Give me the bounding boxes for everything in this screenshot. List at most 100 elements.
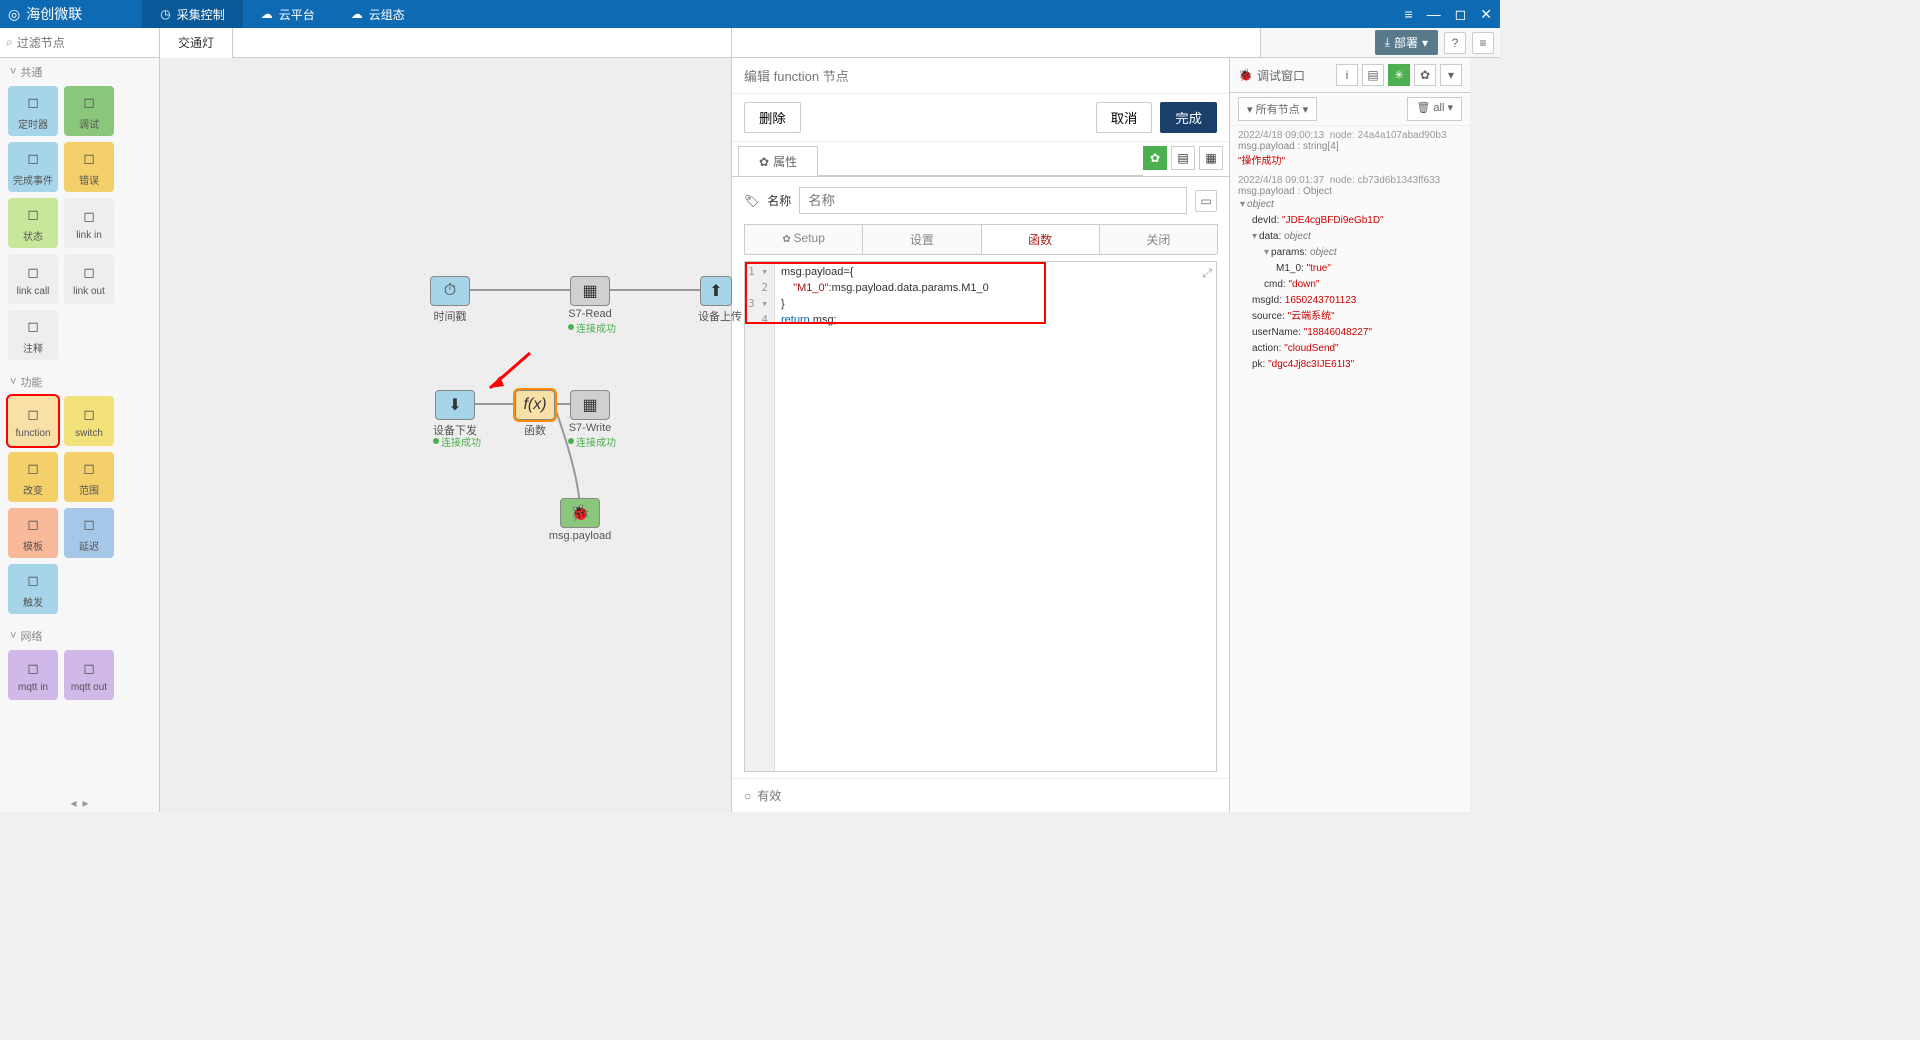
palette-node-完成事件[interactable]: ◻完成事件	[8, 142, 58, 192]
chevron-down-icon: ▾	[1422, 36, 1428, 50]
palette-node-调试[interactable]: ◻调试	[64, 86, 114, 136]
node-s7read[interactable]: ▦	[570, 276, 610, 306]
chevron-down-icon: ˅	[10, 376, 16, 388]
name-label: 名称	[767, 192, 791, 209]
node-label: 触发	[23, 594, 43, 609]
node-debug[interactable]: 🐞	[560, 498, 600, 528]
done-button[interactable]: 完成	[1160, 102, 1217, 133]
palette-category-func[interactable]: ˅ 功能	[0, 368, 159, 396]
nav-tab-cloud[interactable]: ☁云平台	[243, 0, 333, 28]
flow-canvas[interactable]: ⏱ 时间戳 ▦ S7-Read 连接成功 ⬆ 设备上传 ⬇ 设备下发 连接成功 …	[160, 58, 732, 812]
env-button[interactable]: ✿	[1143, 146, 1167, 170]
category-label: 共通	[20, 64, 42, 80]
nav-label: 云组态	[369, 6, 405, 23]
filter-nodes-dropdown[interactable]: ▾ 所有节点 ▾	[1238, 97, 1317, 121]
code-tab-setup[interactable]: ✿ Setup	[744, 224, 863, 254]
menu-icon[interactable]: ≡	[1404, 6, 1412, 23]
palette: ˅共通 ◻定时器◻调试◻完成事件◻错误◻状态◻link in◻link call…	[0, 58, 160, 812]
palette-node-switch[interactable]: ◻switch	[64, 396, 114, 446]
help-button[interactable]: ?	[1444, 32, 1466, 54]
help-tab[interactable]: ▤	[1362, 64, 1384, 86]
palette-node-改变[interactable]: ◻改变	[8, 452, 58, 502]
node-s7write[interactable]: ▦	[570, 390, 610, 420]
config-tab[interactable]: ✿	[1414, 64, 1436, 86]
node-timer[interactable]: ⏱	[430, 276, 470, 306]
tree-value: "down"	[1288, 279, 1319, 290]
node-function[interactable]: f(x)	[515, 390, 555, 420]
tab-label: 属性	[773, 153, 797, 170]
node-label: 定时器	[18, 116, 48, 131]
flow-tabs: 交通灯	[160, 28, 732, 57]
palette-category-net[interactable]: ˅网络	[0, 622, 159, 650]
code-tab-settings[interactable]: 设置	[862, 224, 981, 254]
nav-tab-collect[interactable]: ◷采集控制	[142, 0, 243, 28]
node-icon: ◻	[22, 658, 44, 680]
node-icon: ◻	[78, 262, 100, 284]
node-icon: ◻	[22, 148, 44, 170]
palette-node-状态[interactable]: ◻状态	[8, 198, 58, 248]
node-label: link out	[73, 286, 105, 297]
node-icon: ◻	[78, 458, 100, 480]
clear-button[interactable]: 🗑 all ▾	[1407, 97, 1462, 121]
node-s7write-label: S7-Write	[550, 422, 630, 434]
debug-tab[interactable]: ✳	[1388, 64, 1410, 86]
sub-header: ⌕ 交通灯 ⤓ 部署 ▾ ? ≡	[0, 28, 1500, 58]
palette-node-范围[interactable]: ◻范围	[64, 452, 114, 502]
code-tab-function[interactable]: 函数	[981, 224, 1100, 254]
nav-tab-config[interactable]: ☁云组态	[333, 0, 423, 28]
palette-node-link call[interactable]: ◻link call	[8, 254, 58, 304]
tab-properties[interactable]: ✿属性	[738, 146, 818, 176]
header-actions: ⤓ 部署 ▾ ? ≡	[1260, 28, 1500, 57]
palette-node-link in[interactable]: ◻link in	[64, 198, 114, 248]
palette-node-link out[interactable]: ◻ link out	[64, 254, 114, 304]
palette-node-触发[interactable]: ◻触发	[8, 564, 58, 614]
palette-node-错误[interactable]: ◻错误	[64, 142, 114, 192]
node-label: link in	[76, 230, 102, 241]
close-icon[interactable]: ✕	[1480, 6, 1492, 23]
node-icon: ◻	[22, 404, 44, 426]
debug-log[interactable]: 2022/4/18 09:00:13 node: 24a4a107abad90b…	[1230, 126, 1470, 812]
code-editor[interactable]: 1 ▾23 ▾4 msg.payload={ "M1_0":msg.payloa…	[744, 261, 1217, 772]
deploy-button[interactable]: ⤓ 部署 ▾	[1375, 30, 1438, 55]
info-tab[interactable]: i	[1336, 64, 1358, 86]
node-s7read-label: S7-Read	[550, 308, 630, 320]
node-label: 延迟	[79, 538, 99, 553]
category-label: 功能	[20, 374, 42, 390]
palette-node-function[interactable]: ◻function	[8, 396, 58, 446]
palette-node-定时器[interactable]: ◻定时器	[8, 86, 58, 136]
palette-node-注释[interactable]: ◻注释	[8, 310, 58, 360]
flow-tab-item[interactable]: 交通灯	[160, 28, 233, 58]
bookmark-button[interactable]: ▭	[1195, 190, 1217, 212]
palette-node-mqtt out[interactable]: ◻mqtt out	[64, 650, 114, 700]
node-device-up[interactable]: ⬆	[700, 276, 732, 306]
cancel-button[interactable]: 取消	[1096, 102, 1153, 133]
node-icon: ◻	[22, 458, 44, 480]
node-device-down[interactable]: ⬇	[435, 390, 475, 420]
palette-node-模板[interactable]: ◻模板	[8, 508, 58, 558]
name-input[interactable]	[799, 187, 1187, 214]
clear-label: all	[1433, 102, 1444, 114]
delete-button[interactable]: 删除	[744, 102, 801, 133]
bug-icon: 🐞	[1238, 68, 1253, 82]
expand-icon[interactable]: ⤢	[1202, 266, 1212, 281]
appearance-button[interactable]: ▦	[1199, 146, 1223, 170]
palette-node-延迟[interactable]: ◻ 延迟	[64, 508, 114, 558]
filter-icon: ⌕	[6, 35, 13, 50]
chevron-right-icon[interactable]: ▸	[83, 796, 89, 810]
palette-category-common[interactable]: ˅共通	[0, 58, 159, 86]
menu-button[interactable]: ≡	[1472, 32, 1494, 54]
node-icon: ◻	[22, 204, 44, 226]
node-icon: ◻	[78, 514, 100, 536]
code-tab-close[interactable]: 关闭	[1099, 224, 1218, 254]
palette-node-mqtt in[interactable]: ◻mqtt in	[8, 650, 58, 700]
maximize-icon[interactable]: ◻	[1455, 6, 1467, 23]
tree-value: "cloudSend"	[1284, 343, 1338, 354]
minimize-icon[interactable]: —	[1427, 6, 1441, 23]
logo-icon: ◎	[8, 6, 20, 23]
chevron-down-icon[interactable]: ▾	[1440, 64, 1462, 86]
chevron-left-icon[interactable]: ◂	[70, 796, 76, 810]
palette-filter[interactable]: ⌕	[0, 28, 160, 57]
filter-input[interactable]	[17, 36, 153, 50]
log-node: node: cb73d6b1343ff633	[1330, 175, 1440, 186]
docs-button[interactable]: ▤	[1171, 146, 1195, 170]
